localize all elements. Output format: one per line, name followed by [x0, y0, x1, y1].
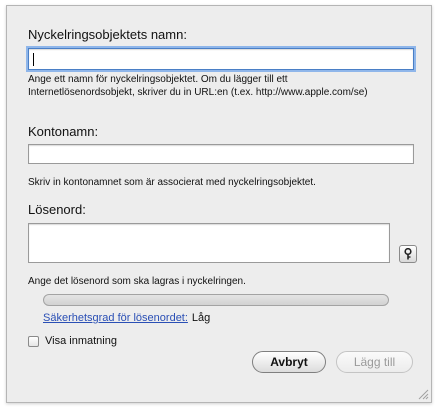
- item-name-label: Nyckelringsobjektets namn:: [28, 27, 187, 42]
- keychain-item-dialog: Nyckelringsobjektets namn: Ange ett namn…: [6, 5, 432, 403]
- password-label: Lösenord:: [28, 202, 86, 217]
- password-strength-meter: [43, 294, 389, 306]
- account-name-help: Skriv in kontonamnet som är associerat m…: [28, 177, 316, 188]
- show-typing-row[interactable]: Visa inmatning: [28, 335, 117, 347]
- password-strength-row: Säkerhetsgrad för lösenordet: Låg: [43, 312, 210, 324]
- password-strength-link[interactable]: Säkerhetsgrad för lösenordet:: [43, 312, 188, 324]
- text-caret: [33, 53, 34, 66]
- password-field[interactable]: [28, 223, 390, 263]
- password-help: Ange det lösenord som ska lagras i nycke…: [28, 276, 246, 287]
- item-name-input[interactable]: [29, 49, 413, 69]
- show-typing-label[interactable]: Visa inmatning: [45, 335, 117, 347]
- add-button[interactable]: Lägg till: [336, 351, 413, 373]
- password-input[interactable]: [29, 224, 389, 262]
- item-name-help-line2: Internetlösenordsobjekt, skriver du in U…: [28, 87, 368, 98]
- account-name-label: Kontonamn:: [28, 124, 99, 139]
- account-name-input[interactable]: [29, 145, 413, 163]
- password-strength-value: Låg: [191, 312, 211, 324]
- resize-grip-icon[interactable]: [415, 386, 429, 400]
- show-typing-checkbox[interactable]: [28, 335, 39, 347]
- item-name-help-line1: Ange ett namn för nyckelringsobjektet. O…: [28, 74, 288, 85]
- password-assistant-button[interactable]: [399, 245, 417, 263]
- item-name-field[interactable]: [28, 48, 414, 70]
- account-name-field[interactable]: [28, 144, 414, 164]
- key-icon: [404, 248, 412, 260]
- cancel-button[interactable]: Avbryt: [252, 351, 326, 373]
